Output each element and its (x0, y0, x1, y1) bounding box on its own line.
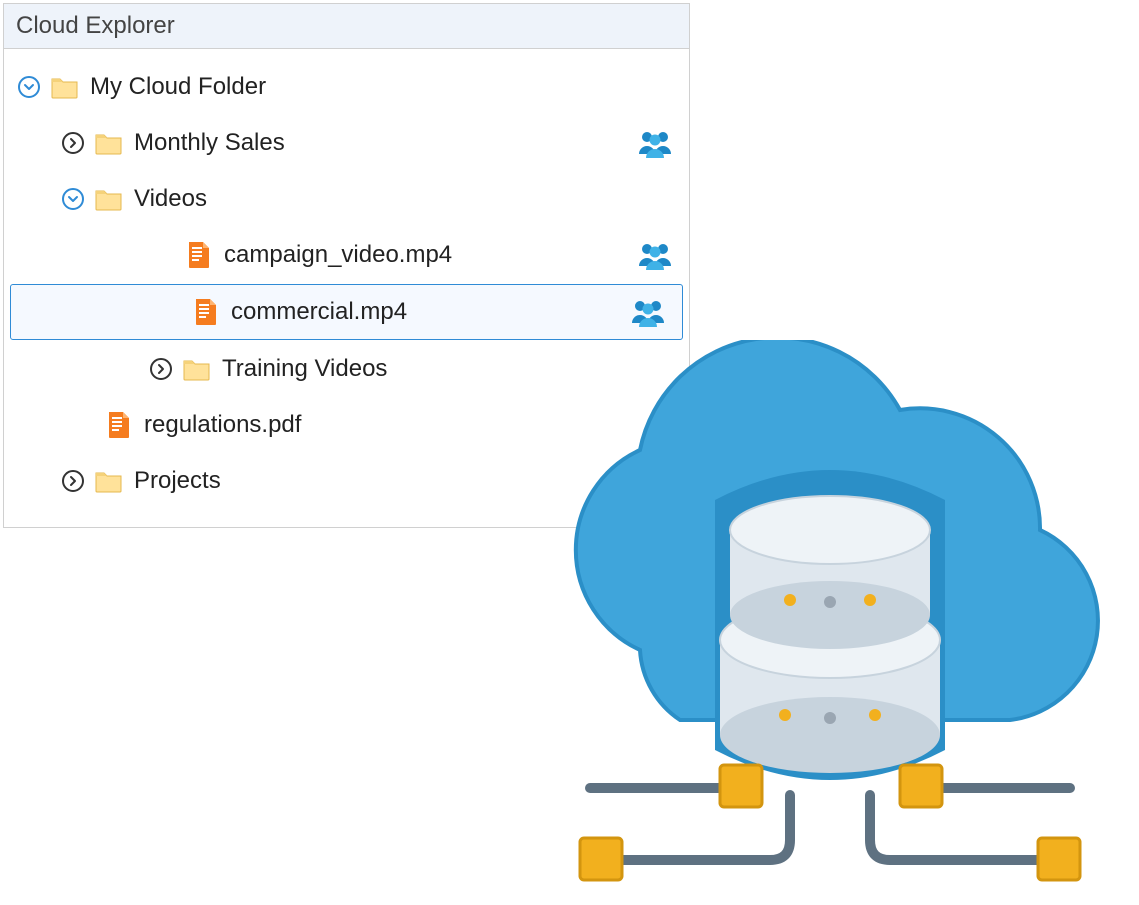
folder-icon (50, 72, 80, 102)
folder-icon (182, 354, 212, 384)
tree-item-label: Monthly Sales (134, 129, 633, 157)
tree-item-my-cloud-folder[interactable]: My Cloud Folder (4, 59, 689, 115)
tree-item-label: campaign_video.mp4 (224, 241, 633, 269)
tree-item-label: regulations.pdf (144, 411, 677, 439)
shared-users-icon (633, 238, 677, 272)
network-node-icon (580, 765, 1080, 880)
shared-users-icon (633, 126, 677, 160)
tree-item-training-videos[interactable]: Training Videos (4, 341, 689, 397)
tree-item-label: My Cloud Folder (90, 73, 677, 101)
tree-item-label: commercial.mp4 (231, 298, 626, 326)
tree-item-regulations[interactable]: regulations.pdf (4, 397, 689, 453)
chevron-right-icon[interactable] (148, 356, 174, 382)
chevron-right-icon[interactable] (60, 468, 86, 494)
tree-item-videos[interactable]: Videos (4, 171, 689, 227)
tree-item-commercial[interactable]: commercial.mp4 (10, 284, 683, 340)
folder-icon (94, 466, 124, 496)
file-icon (104, 410, 134, 440)
folder-icon (94, 128, 124, 158)
tree-item-campaign-video[interactable]: campaign_video.mp4 (4, 227, 689, 283)
tree-item-label: Videos (134, 185, 677, 213)
tree-item-label: Training Videos (222, 355, 677, 383)
shared-users-icon (626, 295, 670, 329)
chevron-right-icon[interactable] (60, 130, 86, 156)
folder-tree: My Cloud Folder Monthly Sales (4, 49, 689, 527)
file-icon (184, 240, 214, 270)
panel-title: Cloud Explorer (4, 4, 689, 49)
tree-item-label: Projects (134, 467, 677, 495)
cloud-explorer-panel: Cloud Explorer My Cloud Folder Monthly S… (3, 3, 690, 528)
chevron-down-icon[interactable] (60, 186, 86, 212)
folder-icon (94, 184, 124, 214)
chevron-down-icon[interactable] (16, 74, 42, 100)
file-icon (191, 297, 221, 327)
tree-item-projects[interactable]: Projects (4, 453, 689, 509)
tree-item-monthly-sales[interactable]: Monthly Sales (4, 115, 689, 171)
database-icon (715, 470, 945, 780)
